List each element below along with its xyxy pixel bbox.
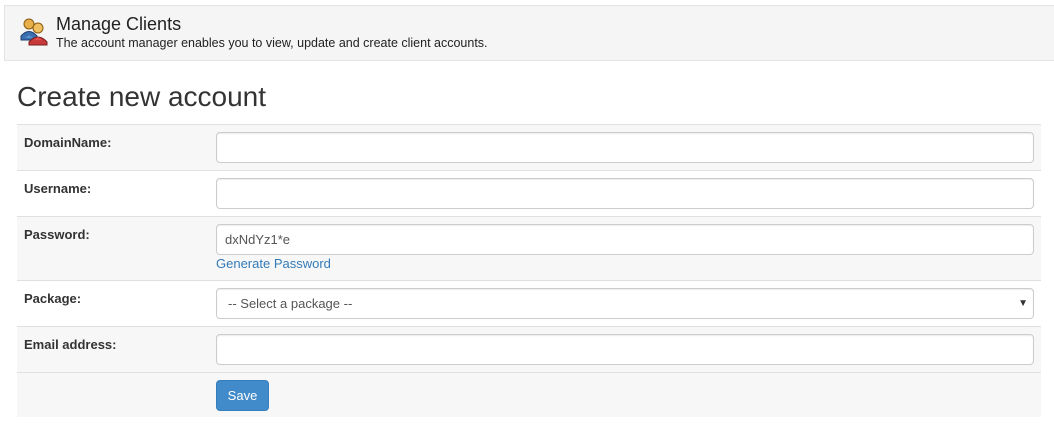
package-label: Package: bbox=[24, 291, 82, 306]
domain-input[interactable] bbox=[216, 132, 1034, 163]
generate-password-link[interactable]: Generate Password bbox=[216, 256, 331, 271]
page-title: Create new account bbox=[17, 81, 267, 112]
domain-row: DomainName: bbox=[17, 124, 1041, 170]
email-label: Email address: bbox=[24, 337, 117, 352]
header-title: Manage Clients bbox=[56, 14, 182, 34]
page-header: Manage Clients The account manager enabl… bbox=[4, 5, 1054, 61]
package-row: Package: -- Select a package -- ▼ bbox=[17, 280, 1041, 326]
username-label: Username: bbox=[24, 181, 92, 196]
header-description: The account manager enables you to view,… bbox=[56, 36, 488, 50]
package-selected-value: -- Select a package -- bbox=[228, 296, 353, 311]
package-select[interactable]: -- Select a package -- ▼ bbox=[216, 288, 1034, 319]
caret-down-icon: ▼ bbox=[1018, 298, 1028, 309]
domain-label: DomainName: bbox=[24, 135, 112, 150]
actions-row: Save bbox=[17, 372, 1041, 417]
password-label: Password: bbox=[24, 227, 90, 242]
create-account-form: DomainName: Username: Password: Generate… bbox=[17, 124, 1041, 417]
users-icon bbox=[20, 18, 48, 46]
username-input[interactable] bbox=[216, 178, 1034, 209]
password-row: Password: Generate Password bbox=[17, 216, 1041, 280]
password-input[interactable] bbox=[216, 224, 1034, 255]
email-row: Email address: bbox=[17, 326, 1041, 372]
email-input[interactable] bbox=[216, 334, 1034, 365]
username-row: Username: bbox=[17, 170, 1041, 216]
save-button[interactable]: Save bbox=[216, 380, 269, 411]
